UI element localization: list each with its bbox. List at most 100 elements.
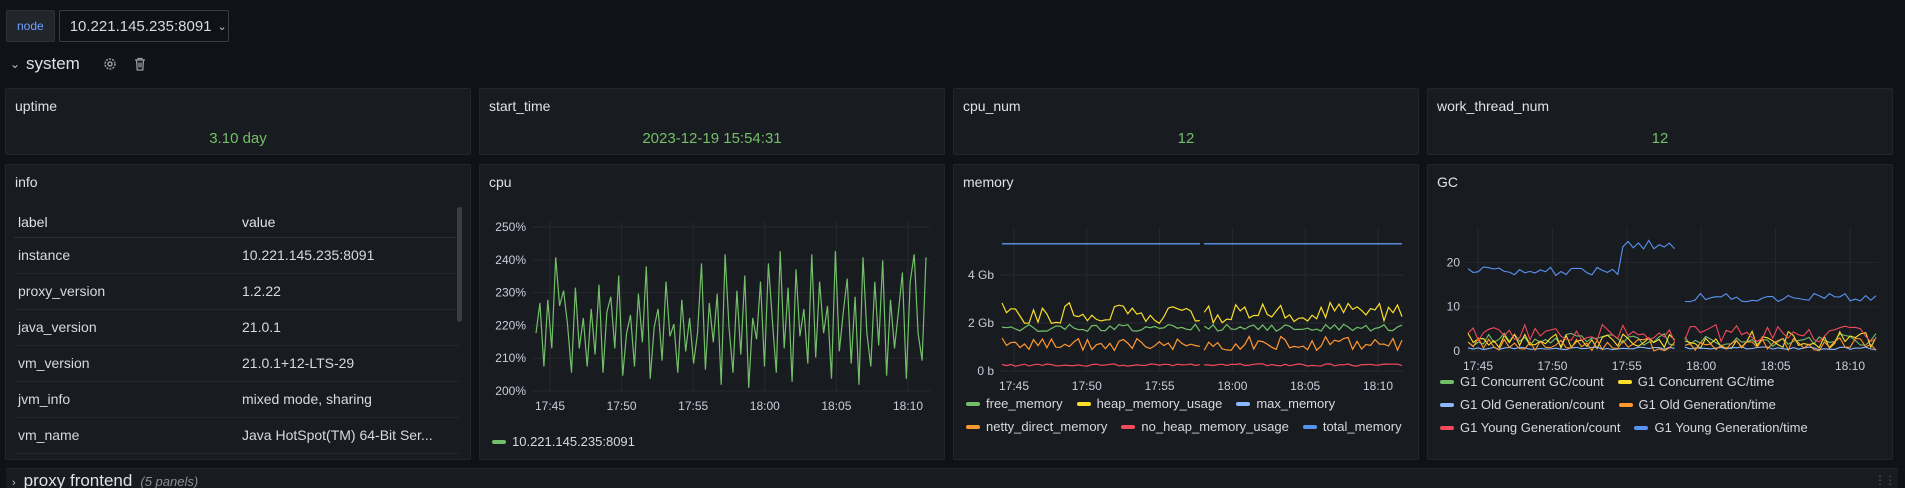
legend-swatch (1617, 379, 1632, 384)
series-line[interactable] (1001, 301, 1200, 325)
legend-swatch (492, 439, 506, 444)
series-line[interactable] (1001, 337, 1200, 352)
y-tick-label: 240% (495, 253, 526, 267)
table-row: jvm_info mixed mode, sharing (14, 381, 459, 418)
stat-value: 2023-12-19 15:54:31 (642, 130, 782, 147)
table-cell: 21.0.1+12-LTS-29 (238, 345, 459, 382)
legend-item[interactable]: free_memory (966, 396, 1063, 411)
x-tick-label: 17:55 (1145, 379, 1175, 393)
chevron-right-icon[interactable]: › (12, 477, 16, 488)
series-line[interactable] (1001, 363, 1200, 367)
grid: 20 10 017:45 17:50 17:55 18:00 18:05 18:10 (1447, 227, 1878, 373)
table-cell: Java HotSpot(TM) 64-Bit Ser... (238, 417, 459, 454)
row-header-proxy-frontend[interactable]: › proxy frontend (5 panels) ⋮⋮ (6, 468, 1898, 488)
x-tick-label: 18:05 (1761, 359, 1791, 373)
legend-item[interactable]: no_heap_memory_usage (1121, 419, 1289, 434)
legend-item[interactable]: total_memory (1302, 419, 1402, 434)
table-row: instance 10.221.145.235:8091 (14, 237, 459, 274)
x-tick-label: 18:00 (750, 399, 780, 413)
y-tick-label: 0 b (977, 364, 994, 378)
series-line[interactable] (1001, 323, 1201, 333)
legend-item[interactable]: G1 Old Generation/count (1440, 397, 1605, 412)
cpu-legend: 10.221.145.235:8091 (492, 434, 635, 449)
legend-label: G1 Old Generation/count (1460, 397, 1605, 412)
legend-swatch (1440, 379, 1454, 384)
y-tick-label: 20 (1447, 255, 1461, 269)
variable-label: node (6, 10, 55, 42)
legend-swatch (1121, 424, 1136, 429)
legend-item[interactable]: netty_direct_memory (966, 419, 1107, 434)
x-tick-label: 18:10 (1363, 379, 1393, 393)
table-scrollbar[interactable] (457, 207, 462, 322)
start-time-panel: start_time 2023-12-19 15:54:31 (479, 88, 945, 155)
uptime-panel: uptime 3.10 day (5, 88, 471, 155)
row-title: proxy frontend (23, 471, 133, 488)
series-line[interactable] (1467, 333, 1675, 350)
series-line[interactable] (535, 251, 927, 388)
legend-label: free_memory (986, 396, 1063, 411)
work-thread-num-panel: work_thread_num 12 (1427, 88, 1893, 155)
memory-panel: memory 4 Gb 2 Gb 0 b 17:45 17:50 17:55 18:00 18… (953, 164, 1419, 460)
legend-swatch (1076, 401, 1091, 406)
panel-title: uptime (15, 98, 58, 114)
legend-item[interactable]: G1 Concurrent GC/time (1617, 374, 1774, 389)
legend-swatch (1440, 402, 1454, 407)
series-line[interactable] (1203, 334, 1403, 352)
row-panel-count: (5 panels) (140, 474, 199, 488)
legend-label: G1 Old Generation/time (1638, 397, 1776, 412)
legend-swatch (1618, 402, 1633, 407)
cpu-num-panel: cpu_num 12 (953, 88, 1419, 155)
x-tick-label: 18:05 (821, 399, 851, 413)
legend-swatch (966, 401, 980, 406)
legend-swatch (1236, 401, 1251, 406)
series-line[interactable] (1204, 363, 1403, 367)
legend-item[interactable]: max_memory (1236, 396, 1335, 411)
y-tick-label: 0 (1453, 344, 1460, 358)
legend-item[interactable]: G1 Old Generation/time (1618, 397, 1776, 412)
gear-icon[interactable] (102, 56, 118, 72)
legend-item[interactable]: G1 Concurrent GC/count (1440, 374, 1604, 389)
node-select[interactable]: 10.221.145.235:8091 ⌄ (58, 10, 229, 42)
trash-icon[interactable] (132, 56, 148, 72)
stat-value: 12 (1177, 130, 1195, 147)
series-line[interactable] (1203, 323, 1403, 332)
panel-title: cpu_num (963, 98, 1021, 114)
panel-title: cpu (489, 174, 512, 190)
legend-label: 10.221.145.235:8091 (512, 434, 635, 449)
y-tick-label: 2 Gb (968, 316, 994, 330)
table-cell: jvm_info (14, 381, 238, 418)
x-tick-label: 17:55 (1612, 359, 1642, 373)
legend-label: G1 Young Generation/time (1654, 420, 1808, 435)
info-table: label value instance 10.221.145.235:8091 … (14, 207, 459, 454)
x-tick-label: 17:45 (535, 399, 565, 413)
chevron-down-icon[interactable]: ⌄ (10, 57, 20, 71)
x-tick-label: 18:05 (1290, 379, 1320, 393)
column-header-value[interactable]: value (238, 207, 459, 238)
stat-value: 12 (1651, 130, 1669, 147)
series-line[interactable] (1203, 301, 1403, 325)
gc-panel: GC 20 10 0 17:45 17:50 17:55 18:00 18:05 18:10 G… (1427, 164, 1893, 460)
x-tick-label: 18:10 (893, 399, 923, 413)
y-tick-label: 4 Gb (968, 268, 994, 282)
legend-swatch (1634, 425, 1649, 430)
x-tick-label: 18:00 (1217, 379, 1247, 393)
table-row: proxy_version 1.2.22 (14, 273, 459, 310)
variable-bar: node 10.221.145.235:8091 ⌄ (6, 10, 229, 42)
table-row: vm_name Java HotSpot(TM) 64-Bit Ser... (14, 417, 459, 454)
series-line[interactable] (1684, 292, 1877, 303)
legend-item[interactable]: 10.221.145.235:8091 (492, 434, 635, 449)
x-tick-label: 17:55 (678, 399, 708, 413)
legend-item[interactable]: heap_memory_usage (1076, 396, 1222, 411)
legend-swatch (1440, 425, 1454, 430)
row-header-system[interactable]: ⌄ system (10, 54, 148, 74)
drag-handle-icon[interactable]: ⋮⋮ (1874, 473, 1896, 487)
info-panel: info label value instance 10.221.145.235:… (5, 164, 471, 460)
legend-item[interactable]: G1 Young Generation/count (1440, 420, 1620, 435)
legend-item[interactable]: G1 Young Generation/time (1634, 420, 1808, 435)
table-cell: vm_name (14, 417, 238, 454)
y-tick-label: 200% (495, 384, 526, 398)
table-cell: 10.221.145.235:8091 (238, 237, 459, 274)
series-line[interactable] (1467, 239, 1676, 277)
table-cell: instance (14, 237, 238, 274)
column-header-label[interactable]: label (14, 207, 238, 238)
